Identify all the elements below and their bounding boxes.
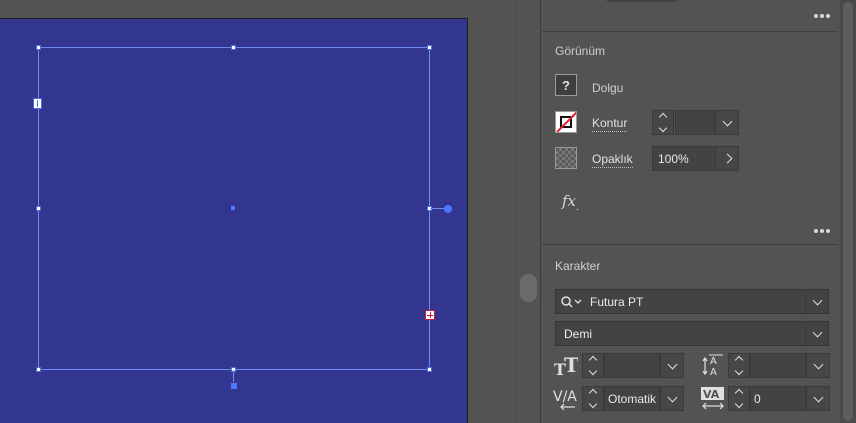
svg-text:T: T: [564, 355, 578, 377]
checkerboard-icon: [555, 147, 577, 169]
font-family-dropdown[interactable]: Futura PT: [555, 289, 829, 314]
font-style-dropdown[interactable]: Demi: [555, 321, 829, 346]
no-stroke-icon[interactable]: [555, 111, 577, 133]
section-divider: [542, 244, 838, 245]
font-style-dropdown-arrow[interactable]: [805, 322, 828, 345]
leading-input[interactable]: [750, 353, 806, 378]
frame-center-point: [231, 206, 235, 210]
tracking-stepper[interactable]: [728, 386, 750, 411]
svg-text:A: A: [710, 367, 717, 377]
live-corner-widget[interactable]: [444, 205, 452, 213]
stroke-weight-input[interactable]: [675, 110, 715, 135]
kerning-stepper[interactable]: [582, 386, 604, 411]
svg-text:A: A: [710, 356, 717, 367]
font-size-dropdown-button[interactable]: [660, 353, 684, 378]
more-options-appearance-button[interactable]: [814, 229, 830, 233]
svg-text:VA: VA: [703, 388, 720, 401]
more-options-top-button[interactable]: [814, 14, 830, 18]
handle-bottom-left[interactable]: [36, 367, 41, 372]
leading-dropdown-button[interactable]: [806, 353, 830, 378]
question-mark-icon[interactable]: ?: [555, 74, 577, 96]
text-overset-port[interactable]: [425, 310, 435, 320]
leading-stepper[interactable]: [728, 353, 750, 378]
section-divider: [542, 31, 838, 32]
kerning-input[interactable]: Otomatik: [604, 386, 660, 411]
fill-label: Dolgu: [592, 81, 624, 95]
appearance-section-title: Görünüm: [555, 44, 606, 58]
stroke-weight-stepper[interactable]: [652, 110, 674, 135]
font-family-value: Futura PT: [590, 294, 644, 309]
stroke-label[interactable]: Kontur: [592, 116, 628, 132]
search-icon: [561, 295, 582, 308]
handle-bottom-right[interactable]: [427, 367, 432, 372]
font-size-stepper[interactable]: [582, 353, 604, 378]
kerning-dropdown-button[interactable]: [660, 386, 684, 411]
bottom-handle-line: [233, 370, 234, 382]
kerning-icon: V/A: [553, 389, 577, 410]
tracking-dropdown-button[interactable]: [806, 386, 830, 411]
handle-top-left[interactable]: [36, 45, 41, 50]
corner-widget-line: [430, 208, 445, 209]
font-size-input[interactable]: [604, 353, 660, 378]
handle-middle-left[interactable]: [36, 206, 41, 211]
tracking-input[interactable]: 0: [750, 386, 806, 411]
font-size-icon: T T: [554, 355, 578, 377]
bottom-anchor-square[interactable]: [231, 383, 237, 389]
stroke-weight-dropdown-button[interactable]: [715, 110, 739, 135]
opacity-input[interactable]: 100%: [652, 146, 716, 171]
tracking-icon: VA: [701, 387, 724, 410]
font-style-value: Demi: [564, 326, 593, 341]
font-family-dropdown-arrow[interactable]: [805, 290, 828, 313]
handle-top-right[interactable]: [427, 45, 432, 50]
opacity-label[interactable]: Opaklık: [592, 152, 633, 168]
svg-text:V/A: V/A: [553, 389, 577, 405]
leading-icon: A A: [702, 354, 723, 377]
character-section-title: Karakter: [555, 259, 601, 273]
canvas-vertical-scroll-thumb[interactable]: [520, 274, 537, 302]
text-in-port[interactable]: [33, 98, 42, 109]
previous-field-edge: [607, 0, 677, 2]
fx-icon[interactable]: fx.: [562, 192, 579, 213]
opacity-slider-button[interactable]: [715, 146, 739, 171]
panel-scrollbar-thumb[interactable]: [843, 2, 853, 421]
canvas-scroll-gutter: [516, 0, 540, 423]
handle-top-center[interactable]: [231, 45, 236, 50]
